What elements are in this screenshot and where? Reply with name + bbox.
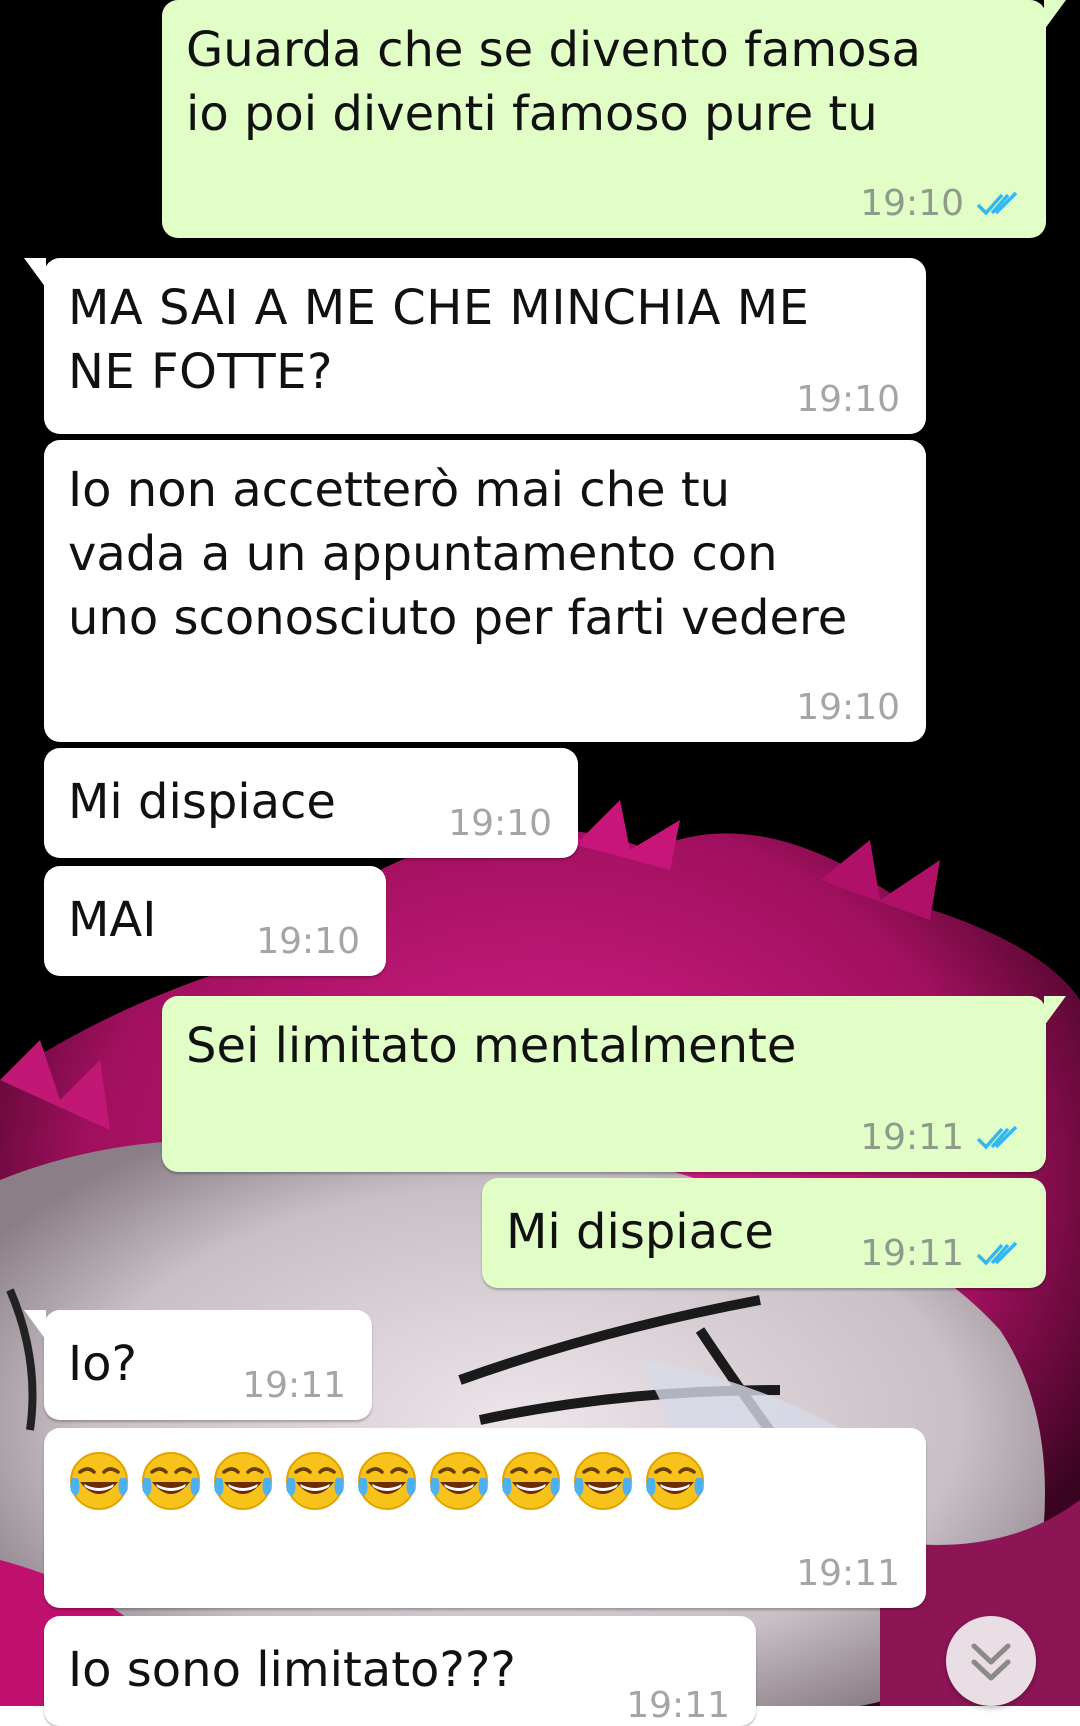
message-time: 19:10	[860, 183, 964, 224]
message-bubble-incoming[interactable]: Io sono limitato??? 19:11	[44, 1616, 756, 1726]
face-with-tears-of-joy-icon	[70, 1452, 128, 1510]
message-meta: 19:10	[796, 379, 900, 420]
message-time: 19:11	[242, 1365, 346, 1406]
message-text: Mi dispiace	[506, 1204, 774, 1260]
face-with-tears-of-joy-icon	[142, 1452, 200, 1510]
message-text: Sei limitato mentalmente	[186, 1018, 797, 1074]
message-text: Io?	[68, 1336, 137, 1392]
message-meta: 19:10	[860, 183, 1020, 224]
message-bubble-outgoing[interactable]: Guarda che se divento famosa io poi dive…	[162, 0, 1066, 238]
face-with-tears-of-joy-icon	[574, 1452, 632, 1510]
emoji-row	[66, 1448, 708, 1514]
scroll-down-button[interactable]	[946, 1616, 1036, 1706]
message-time: 19:11	[796, 1553, 900, 1594]
message-bubble-incoming[interactable]: Io? 19:11	[24, 1310, 372, 1420]
message-meta: 19:11	[860, 1117, 1020, 1158]
message-bubble-incoming[interactable]: MAI 19:10	[44, 866, 386, 976]
face-with-tears-of-joy-icon	[358, 1452, 416, 1510]
message-time: 19:10	[256, 921, 360, 962]
message-time: 19:10	[796, 379, 900, 420]
message-meta: 19:11	[860, 1233, 1020, 1274]
chevron-down-icon	[971, 1643, 1011, 1681]
message-time: 19:11	[860, 1117, 964, 1158]
message-text: MA SAI A ME CHE MINCHIA ME NE FOTTE?	[68, 280, 810, 400]
double-check-icon	[976, 1125, 1018, 1150]
message-time: 19:11	[860, 1233, 964, 1274]
face-with-tears-of-joy-icon	[646, 1452, 704, 1510]
bubble-tail	[1044, 996, 1066, 1026]
double-check-icon	[976, 1241, 1018, 1266]
bubble-tail	[24, 1310, 46, 1340]
message-text: Guarda che se divento famosa io poi dive…	[186, 22, 921, 142]
bubble-tail	[1044, 0, 1066, 30]
message-meta: 19:10	[256, 921, 360, 962]
face-with-tears-of-joy-icon	[214, 1452, 272, 1510]
message-meta: 19:10	[796, 687, 900, 728]
message-bubble-incoming[interactable]: Mi dispiace 19:10	[44, 748, 578, 858]
bubble-tail	[24, 258, 46, 288]
message-bubble-outgoing[interactable]: Sei limitato mentalmente 19:11	[162, 996, 1066, 1172]
message-time: 19:10	[796, 687, 900, 728]
message-time: 19:10	[448, 803, 552, 844]
face-with-tears-of-joy-icon	[286, 1452, 344, 1510]
message-text: MAI	[68, 892, 157, 948]
message-meta: 19:10	[448, 803, 552, 844]
message-bubble-incoming[interactable]: MA SAI A ME CHE MINCHIA ME NE FOTTE? 19:…	[24, 258, 926, 434]
message-text: Io sono limitato???	[68, 1642, 516, 1698]
face-with-tears-of-joy-icon	[502, 1452, 560, 1510]
message-text: Io non accetterò mai che tu vada a un ap…	[68, 462, 848, 646]
message-meta: 19:11	[796, 1553, 900, 1594]
message-text: Mi dispiace	[68, 774, 336, 830]
message-bubble-incoming[interactable]: Io non accetterò mai che tu vada a un ap…	[44, 440, 926, 742]
double-check-icon	[976, 191, 1018, 216]
message-bubble-incoming[interactable]: 19:11	[44, 1428, 926, 1608]
message-bubble-outgoing[interactable]: Mi dispiace 19:11	[482, 1178, 1046, 1288]
message-meta: 19:11	[242, 1365, 346, 1406]
face-with-tears-of-joy-icon	[430, 1452, 488, 1510]
